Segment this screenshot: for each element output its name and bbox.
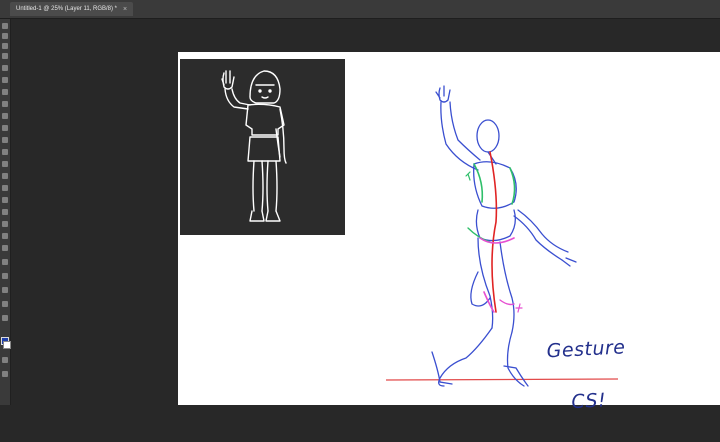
edit-toolbar-icon[interactable] <box>2 273 8 279</box>
eraser-tool-icon[interactable] <box>2 137 8 143</box>
brush-tool-icon[interactable] <box>2 101 8 107</box>
rotate-view-tool-icon[interactable] <box>2 259 8 265</box>
lasso-tool-icon[interactable] <box>2 43 8 49</box>
document-tab-title: Untitled-1 @ 25% (Layer 11, RGB/8) * <box>16 6 118 12</box>
eyedropper-tool-icon[interactable] <box>2 77 8 83</box>
document-tab-bar: Untitled-1 @ 25% (Layer 11, RGB/8) * × <box>0 0 720 19</box>
quick-mask-icon[interactable] <box>2 357 8 363</box>
reference-figure <box>221 70 287 222</box>
type-tool-icon[interactable] <box>2 197 8 203</box>
document-tab[interactable]: Untitled-1 @ 25% (Layer 11, RGB/8) * × <box>10 2 134 16</box>
healing-tool-icon[interactable] <box>2 89 8 95</box>
zoom-tool-icon[interactable] <box>2 245 8 251</box>
annotation-line-2: CS! <box>570 389 607 414</box>
pen-tool-icon[interactable] <box>2 185 8 191</box>
dodge-tool-icon[interactable] <box>2 173 8 179</box>
screen-mode-icon[interactable] <box>2 371 8 377</box>
stamp-tool-icon[interactable] <box>2 113 8 119</box>
path-select-tool-icon[interactable] <box>2 209 8 215</box>
close-icon[interactable]: × <box>123 6 127 13</box>
history-brush-tool-icon[interactable] <box>2 125 8 131</box>
gesture-annotation: Gesture CS! <box>545 308 642 442</box>
marquee-tool-icon[interactable] <box>2 33 8 39</box>
hand-tool-icon[interactable] <box>2 233 8 239</box>
quick-select-tool-icon[interactable] <box>2 53 8 59</box>
reference-image <box>180 59 345 235</box>
gradient-tool-icon[interactable] <box>2 149 8 155</box>
crop-tool-icon[interactable] <box>2 65 8 71</box>
annotation-line-1: Gesture <box>546 336 626 363</box>
extra-tool-icon[interactable] <box>2 301 8 307</box>
background-color-swatch[interactable] <box>3 341 11 349</box>
extra-tool-icon[interactable] <box>2 315 8 321</box>
extra-tool-icon[interactable] <box>2 287 8 293</box>
blur-tool-icon[interactable] <box>2 161 8 167</box>
move-tool-icon[interactable] <box>2 23 8 29</box>
tools-panel <box>0 19 11 405</box>
shape-tool-icon[interactable] <box>2 221 8 227</box>
